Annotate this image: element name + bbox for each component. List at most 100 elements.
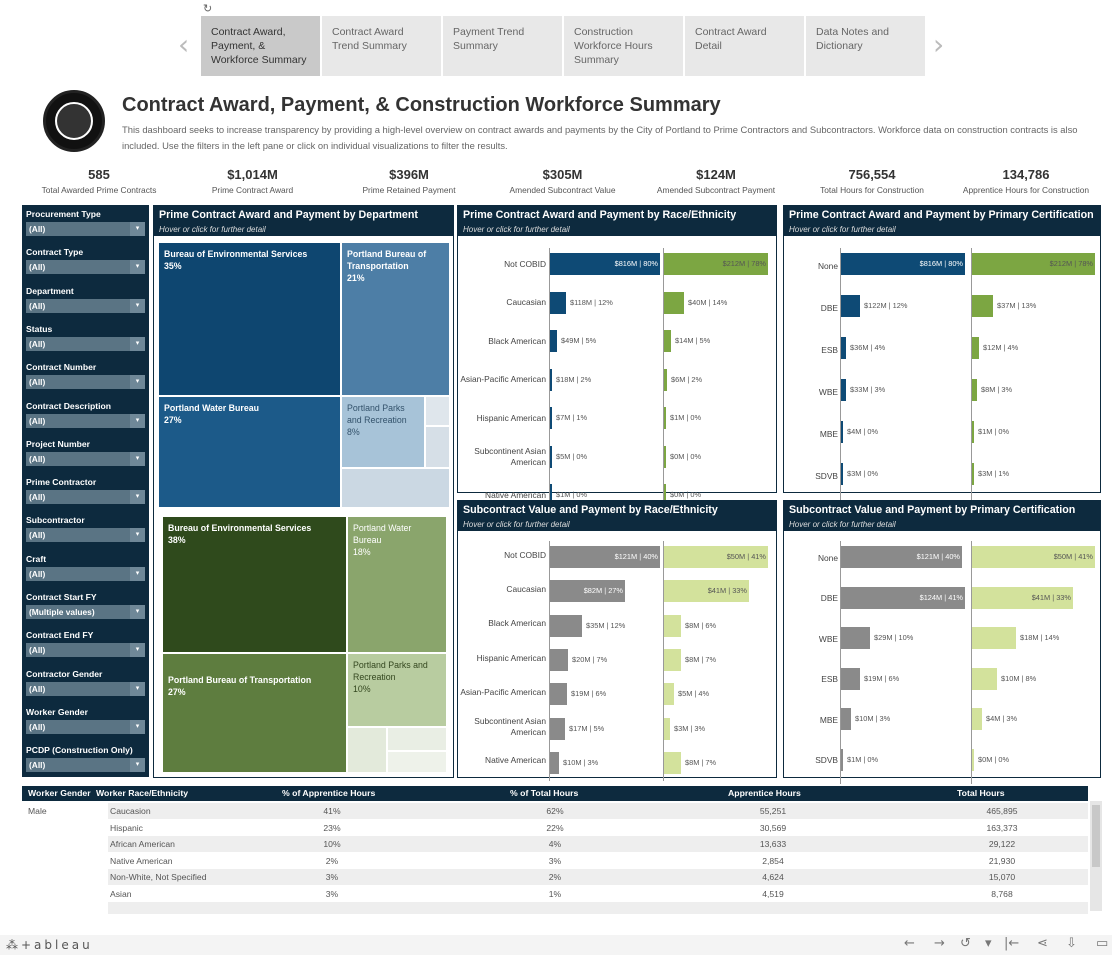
table-row[interactable]	[108, 902, 1088, 914]
treemap-award-bes[interactable]: Bureau of Environmental Services 35%	[159, 243, 340, 395]
prev-tab-arrow-icon[interactable]: ‹	[178, 30, 189, 60]
bar-value[interactable]	[550, 751, 559, 774]
column-header[interactable]: Worker Gender	[28, 788, 91, 798]
bar-payment[interactable]	[972, 667, 997, 690]
bar-payment[interactable]	[664, 751, 681, 774]
filter-dropdown[interactable]: (All) ▾	[26, 643, 145, 658]
bar-payment[interactable]	[972, 708, 982, 730]
filter-dropdown[interactable]: (All) ▾	[26, 451, 145, 466]
bar-value[interactable]	[841, 748, 843, 771]
bar-payment[interactable]	[664, 330, 671, 352]
filter-dropdown[interactable]: (All) ▾	[26, 260, 145, 275]
fullscreen-icon[interactable]: ▭	[1096, 936, 1108, 951]
bar-value[interactable]	[550, 717, 565, 740]
reset-icon[interactable]: ↻	[203, 2, 212, 15]
treemap-payment-pbot[interactable]: Portland Bureau of Transportation 27%	[163, 654, 346, 772]
bar-payment[interactable]	[664, 368, 667, 391]
filter-dropdown[interactable]: (All) ▾	[26, 336, 145, 351]
treemap-award-pbot[interactable]: Portland Bureau of Transportation 21%	[342, 243, 449, 395]
scrollbar-thumb[interactable]	[1092, 805, 1100, 867]
bar-payment[interactable]	[664, 407, 666, 429]
filter-dropdown[interactable]: (All) ▾	[26, 719, 145, 734]
bar-value[interactable]	[841, 708, 851, 730]
treemap-small-cell[interactable]	[388, 728, 446, 750]
chevron-down-icon[interactable]: ▾	[130, 758, 145, 773]
bar-award[interactable]	[841, 463, 843, 485]
bar-payment[interactable]	[664, 717, 670, 740]
tab-contract-award-trend-summary[interactable]: Contract Award Trend Summary	[322, 16, 441, 76]
filter-dropdown[interactable]: (All) ▾	[26, 298, 145, 313]
share-icon[interactable]: ⋖	[1037, 936, 1048, 951]
tab-contract-award-detail[interactable]: Contract Award Detail	[685, 16, 804, 76]
bar-payment[interactable]	[664, 683, 674, 706]
treemap-payment-bes[interactable]: Bureau of Environmental Services 38%	[163, 517, 346, 652]
bar-payment[interactable]	[972, 379, 977, 401]
column-header[interactable]: Apprentice Hours	[728, 788, 801, 798]
treemap-payment-water[interactable]: Portland Water Bureau 18%	[348, 517, 446, 652]
redo-icon[interactable]: →	[934, 936, 945, 951]
treemap-small-cell[interactable]	[388, 752, 446, 772]
chevron-down-icon[interactable]: ▾	[130, 528, 145, 543]
filter-dropdown[interactable]: (All) ▾	[26, 528, 145, 543]
treemap-award-water[interactable]: Portland Water Bureau 27%	[159, 397, 340, 507]
bar-payment[interactable]	[972, 295, 993, 317]
table-scrollbar[interactable]	[1090, 801, 1102, 911]
bar-award[interactable]	[841, 421, 843, 443]
filter-dropdown[interactable]: (All) ▾	[26, 490, 145, 505]
treemap-small-cell[interactable]	[348, 728, 386, 772]
treemap-small-cell[interactable]	[426, 397, 449, 425]
chevron-down-icon[interactable]: ▾	[130, 719, 145, 734]
chevron-down-icon[interactable]: ▾	[130, 298, 145, 313]
bar-award[interactable]	[841, 379, 846, 401]
tab-payment-trend-summary[interactable]: Payment Trend Summary	[443, 16, 562, 76]
bar-award[interactable]	[841, 337, 846, 359]
filter-dropdown[interactable]: (All) ▾	[26, 222, 145, 236]
filter-dropdown[interactable]: (All) ▾	[26, 758, 145, 773]
bar-payment[interactable]	[972, 748, 974, 771]
bar-value[interactable]	[550, 683, 567, 706]
column-header[interactable]: Worker Race/Ethnicity	[96, 788, 188, 798]
bar-payment[interactable]	[664, 291, 684, 314]
tab-contract-award-payment-workforce-summary[interactable]: Contract Award, Payment, & Workforce Sum…	[201, 16, 320, 76]
bar-award[interactable]	[550, 407, 552, 429]
download-icon[interactable]: ⇩	[1066, 936, 1077, 951]
refresh-icon[interactable]: |←	[1004, 936, 1019, 951]
bar-value[interactable]	[841, 627, 870, 649]
bar-payment[interactable]	[664, 648, 681, 671]
revert-dropdown-icon[interactable]: ▾	[985, 936, 992, 951]
chevron-down-icon[interactable]: ▾	[130, 375, 145, 390]
bar-payment[interactable]	[664, 614, 681, 637]
bar-award[interactable]	[550, 368, 552, 391]
tab-construction-workforce-hours-summary[interactable]: Construction Workforce Hours Summary	[564, 16, 683, 76]
bar-payment[interactable]	[972, 421, 974, 443]
bar-award[interactable]	[550, 445, 552, 468]
filter-dropdown[interactable]: (All) ▾	[26, 681, 145, 696]
bar-payment[interactable]	[664, 445, 666, 468]
bar-payment[interactable]	[972, 463, 974, 485]
treemap-payment-parks[interactable]: Portland Parks and Recreation 10%	[348, 654, 446, 726]
chevron-down-icon[interactable]: ▾	[130, 605, 145, 619]
bar-payment[interactable]	[972, 627, 1016, 649]
filter-dropdown[interactable]: (All) ▾	[26, 413, 145, 428]
bar-award[interactable]	[550, 291, 566, 314]
chevron-down-icon[interactable]: ▾	[130, 490, 145, 505]
filter-dropdown[interactable]: (All) ▾	[26, 375, 145, 390]
revert-icon[interactable]: ↺	[960, 936, 971, 951]
filter-dropdown[interactable]: (Multiple values) ▾	[26, 605, 145, 619]
bar-payment[interactable]	[972, 337, 979, 359]
column-header[interactable]: Total Hours	[957, 788, 1005, 798]
filter-dropdown[interactable]: (All) ▾	[26, 566, 145, 581]
chevron-down-icon[interactable]: ▾	[130, 336, 145, 351]
chevron-down-icon[interactable]: ▾	[130, 566, 145, 581]
chevron-down-icon[interactable]: ▾	[130, 260, 145, 275]
chevron-down-icon[interactable]: ▾	[130, 643, 145, 658]
treemap-award-parks[interactable]: Portland Parks and Recreation 8%	[342, 397, 424, 467]
bar-value[interactable]	[550, 648, 568, 671]
bar-value[interactable]	[841, 667, 860, 690]
tableau-logo-icon[interactable]: ⁂+ableau	[6, 938, 93, 952]
column-header[interactable]: % of Apprentice Hours	[282, 788, 375, 798]
chevron-down-icon[interactable]: ▾	[130, 681, 145, 696]
next-tab-arrow-icon[interactable]: ›	[933, 30, 944, 60]
column-header[interactable]: % of Total Hours	[510, 788, 578, 798]
treemap-small-cell[interactable]	[426, 427, 449, 467]
